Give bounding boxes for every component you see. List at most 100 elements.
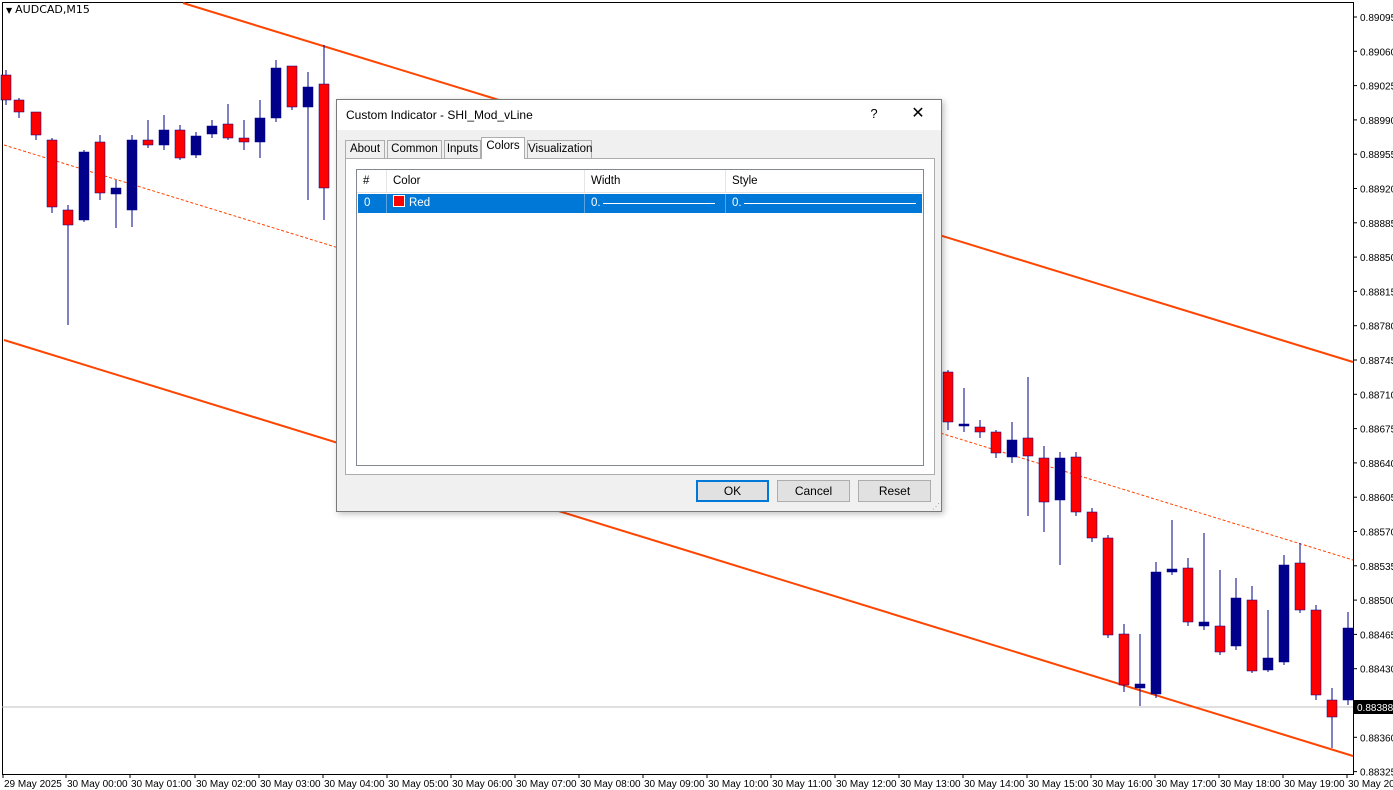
candle-body <box>1118 633 1130 686</box>
tab-visualization[interactable]: Visualization <box>527 140 592 158</box>
row-color-name: Red <box>409 197 431 209</box>
y-tick-label: 0.88815 <box>1360 287 1393 298</box>
candle-body <box>1230 597 1242 647</box>
candle-body <box>990 431 1002 454</box>
x-tick-label: 30 May 15:00 <box>1028 779 1089 790</box>
candle-body <box>1310 609 1322 696</box>
x-tick-label: 30 May 08:00 <box>580 779 641 790</box>
y-tick-label: 0.88430 <box>1360 665 1393 676</box>
candle-body <box>974 426 986 433</box>
x-tick-label: 30 May 13:00 <box>900 779 961 790</box>
candle-body <box>174 129 186 159</box>
cancel-button[interactable]: Cancel <box>777 480 850 502</box>
y-tick-label: 0.88465 <box>1360 630 1393 641</box>
row-index: 0 <box>358 194 387 213</box>
y-tick-label: 0.88990 <box>1360 116 1393 127</box>
candle-body <box>222 123 234 139</box>
x-tick-label: 30 May 02:00 <box>196 779 257 790</box>
candle-body <box>238 137 250 143</box>
y-tick-label: 0.88570 <box>1360 528 1393 539</box>
y-tick-label: 0.88500 <box>1360 596 1393 607</box>
y-tick-label: 0.88535 <box>1360 562 1393 573</box>
x-tick-label: 30 May 03:00 <box>260 779 321 790</box>
candle-body <box>30 111 42 136</box>
y-tick-label: 0.89095 <box>1360 13 1393 24</box>
candle-body <box>1150 571 1162 695</box>
row-width-cell[interactable]: 0. <box>585 194 726 213</box>
candle-body <box>1182 567 1194 623</box>
candle-body <box>1070 456 1082 513</box>
close-icon[interactable]: ✕ <box>909 105 927 123</box>
candle-body <box>46 139 58 208</box>
header-color[interactable]: Color <box>387 170 585 192</box>
candle-body <box>1246 599 1258 672</box>
x-tick-label: 30 May 10:00 <box>708 779 769 790</box>
y-tick-label: 0.88360 <box>1360 733 1393 744</box>
candle-body <box>142 139 154 146</box>
header-style[interactable]: Style <box>726 170 923 192</box>
tab-inputs[interactable]: Inputs <box>444 140 481 158</box>
width-line-sample <box>603 203 715 204</box>
ok-button[interactable]: OK <box>696 480 769 502</box>
color-swatch <box>393 195 405 207</box>
x-tick-label: 30 May 20 <box>1348 779 1393 790</box>
x-tick-label: 30 May 14:00 <box>964 779 1025 790</box>
candle-body <box>958 423 970 427</box>
reset-button[interactable]: Reset <box>858 480 931 502</box>
candle-body <box>110 187 122 195</box>
row-style-cell[interactable]: 0. <box>726 194 922 213</box>
tab-colors[interactable]: Colors <box>481 137 525 159</box>
candle-body <box>1006 439 1018 458</box>
dialog-titlebar[interactable]: Custom Indicator - SHI_Mod_vLine ? ✕ <box>337 100 941 130</box>
candle-body <box>1326 699 1338 718</box>
candle-body <box>0 74 12 101</box>
y-tick-label: 0.88780 <box>1360 322 1393 333</box>
y-tick-label: 0.88325 <box>1360 768 1393 779</box>
y-tick-label: 0.88640 <box>1360 459 1393 470</box>
candle-body <box>318 83 330 189</box>
candle-body <box>78 151 90 221</box>
symbol-text: AUDCAD,M15 <box>15 3 90 16</box>
candle-body <box>1294 562 1306 611</box>
x-tick-label: 30 May 00:00 <box>67 779 128 790</box>
row-color-cell[interactable]: Red <box>387 194 585 213</box>
x-tick-label: 30 May 09:00 <box>644 779 705 790</box>
x-tick-label: 30 May 11:00 <box>772 779 832 790</box>
list-header: # Color Width Style <box>357 170 923 193</box>
help-button[interactable]: ? <box>867 106 881 122</box>
candle-body <box>1342 627 1354 701</box>
tab-about[interactable]: About <box>345 140 385 158</box>
dropdown-triangle-icon[interactable]: ▼ <box>6 6 12 15</box>
resize-grip-icon[interactable]: ⋰ <box>932 502 940 511</box>
x-tick-label: 30 May 19:00 <box>1284 779 1345 790</box>
x-tick-label: 30 May 16:00 <box>1092 779 1153 790</box>
style-line-sample <box>744 203 916 204</box>
candle-body <box>1038 457 1050 503</box>
x-tick-label: 30 May 04:00 <box>324 779 385 790</box>
y-tick-label: 0.89025 <box>1360 82 1393 93</box>
colors-panel: # Color Width Style 0 Red 0. 0. <box>345 158 935 475</box>
colors-list[interactable]: # Color Width Style 0 Red 0. 0. <box>356 169 924 466</box>
row-style-value: 0. <box>732 197 742 209</box>
candle-body <box>1278 564 1290 663</box>
x-tick-label: 30 May 12:00 <box>836 779 897 790</box>
y-tick-label: 0.88920 <box>1360 185 1393 196</box>
candle-body <box>1102 537 1114 636</box>
x-tick-label: 30 May 18:00 <box>1220 779 1281 790</box>
y-tick-label: 0.88850 <box>1360 253 1393 264</box>
candle-body <box>1134 683 1146 689</box>
candle-body <box>1214 625 1226 653</box>
y-tick-label: 0.88955 <box>1360 150 1393 161</box>
table-row[interactable]: 0 Red 0. 0. <box>358 194 922 213</box>
candle-body <box>94 141 106 194</box>
candle-body <box>13 99 25 113</box>
candle-body <box>270 67 282 119</box>
candle-body <box>1198 621 1210 627</box>
symbol-label: ▼ AUDCAD,M15 <box>6 3 90 16</box>
x-tick-label: 30 May 01:00 <box>131 779 192 790</box>
x-tick-label: 30 May 05:00 <box>388 779 449 790</box>
candle-body <box>158 129 170 146</box>
tab-common[interactable]: Common <box>387 140 442 158</box>
header-index[interactable]: # <box>357 170 387 192</box>
header-width[interactable]: Width <box>585 170 726 192</box>
